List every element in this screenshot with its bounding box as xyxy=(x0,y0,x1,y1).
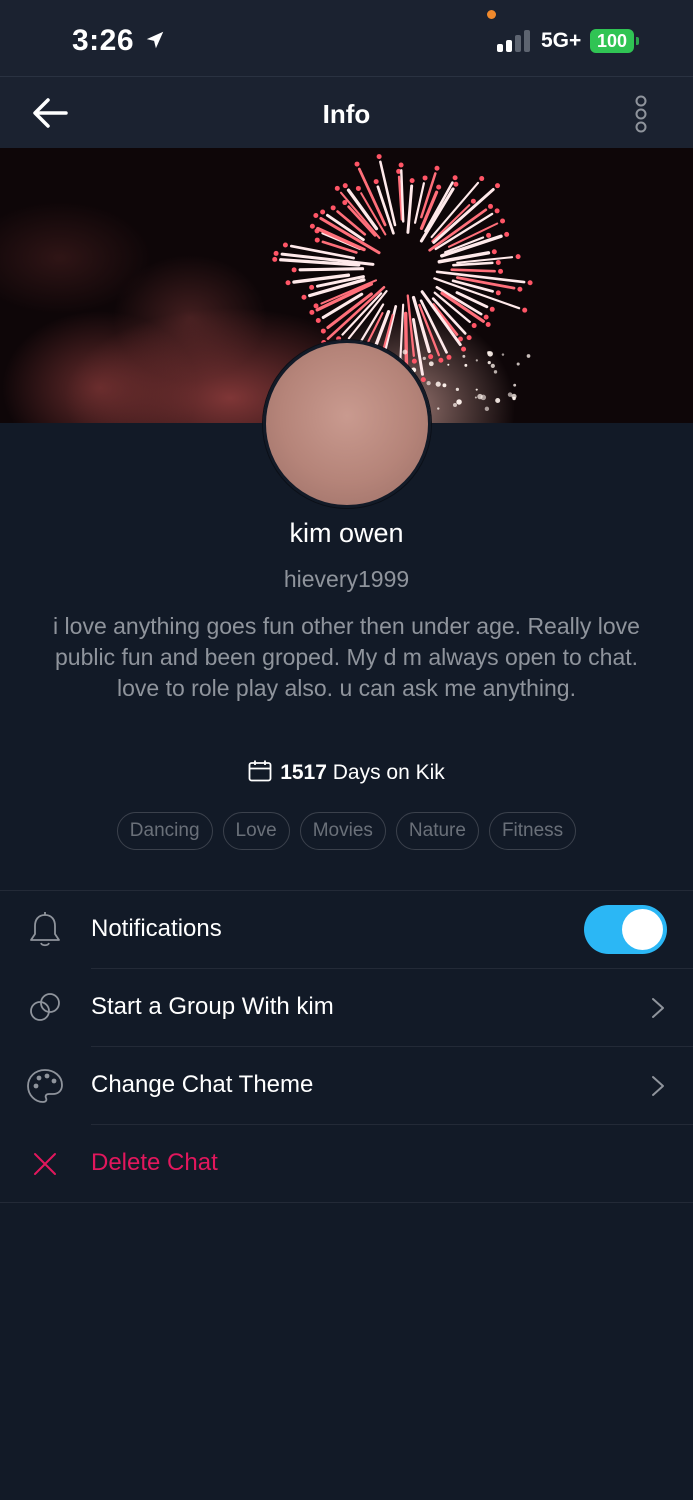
network-type: 5G+ xyxy=(541,29,582,52)
signal-strength-icon xyxy=(497,30,533,52)
start-group-label: Start a Group With kim xyxy=(91,993,334,1020)
interest-tags: Dancing Love Movies Nature Fitness xyxy=(0,812,693,850)
avatar[interactable] xyxy=(263,340,431,508)
notifications-row: Notifications xyxy=(0,891,693,969)
interest-tag: Fitness xyxy=(488,812,577,850)
bio-text: i love anything goes fun other then unde… xyxy=(53,613,640,701)
divider xyxy=(0,1202,693,1203)
days-label: Days on Kik xyxy=(332,761,445,784)
days-on-kik: 1517 Days on Kik xyxy=(0,760,693,785)
notifications-label: Notifications xyxy=(91,915,222,942)
bell-icon xyxy=(30,912,60,947)
group-circles-icon xyxy=(30,993,60,1021)
chat-settings-list: Notifications Start a Group With kim Cha… xyxy=(0,890,693,1203)
chevron-right-icon xyxy=(652,998,664,1018)
calendar-icon xyxy=(248,760,272,782)
delete-chat-row[interactable]: Delete Chat xyxy=(0,1125,693,1203)
recording-indicator xyxy=(487,10,496,19)
interest-tag: Dancing xyxy=(116,812,213,850)
change-theme-label: Change Chat Theme xyxy=(91,1071,314,1098)
interest-tag: Nature xyxy=(395,812,479,850)
battery-tip xyxy=(636,37,639,45)
chevron-right-icon xyxy=(652,1076,664,1096)
status-bar: 3:26 5G+ 100 xyxy=(0,0,693,76)
close-icon xyxy=(34,1153,56,1175)
username: hievery1999 xyxy=(283,566,410,592)
page-title: Info xyxy=(322,99,371,129)
interest-tag: Movies xyxy=(299,812,386,850)
battery-icon: 100 xyxy=(590,29,634,53)
start-group-row[interactable]: Start a Group With kim xyxy=(0,969,693,1047)
days-count: 1517 xyxy=(280,761,327,784)
display-name: kim owen xyxy=(289,518,404,548)
interest-tag: Love xyxy=(222,812,290,850)
location-arrow-icon xyxy=(146,31,164,49)
more-vertical-icon[interactable] xyxy=(628,95,654,135)
change-theme-row[interactable]: Change Chat Theme xyxy=(0,1047,693,1125)
nav-header: Info xyxy=(0,76,693,148)
delete-chat-label: Delete Chat xyxy=(91,1149,218,1176)
notifications-toggle[interactable] xyxy=(584,905,667,954)
toggle-knob xyxy=(622,909,663,950)
status-time: 3:26 xyxy=(72,24,135,57)
palette-icon xyxy=(27,1069,63,1103)
